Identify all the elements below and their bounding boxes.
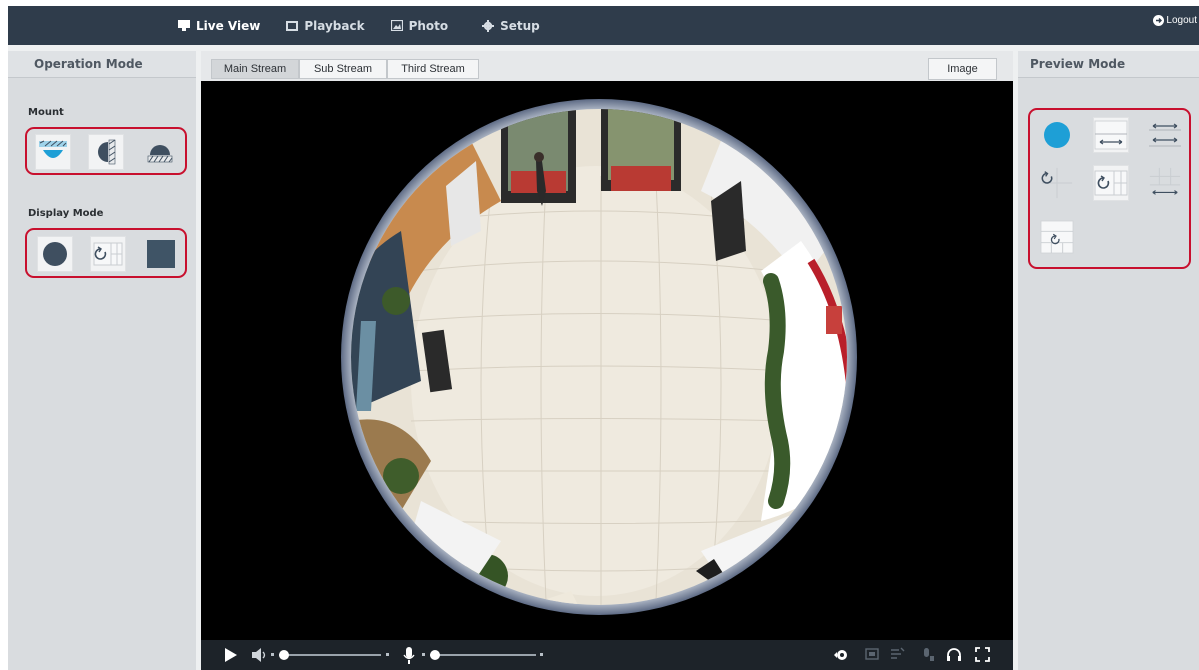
ceiling-mount-icon: [39, 140, 67, 158]
preview-fisheye-3ptz-button[interactable]: [1039, 165, 1075, 201]
stream-tab-bar: Main Stream Sub Stream Third Stream Imag…: [201, 51, 1013, 81]
mount-label: Mount: [28, 107, 64, 118]
preview-mode-title: Preview Mode: [1018, 51, 1199, 78]
mic-plus[interactable]: [540, 653, 543, 656]
fisheye-video-image: [201, 81, 1013, 640]
logout-link[interactable]: Logout: [1153, 15, 1197, 26]
preview-fisheye-ptz-button[interactable]: [1093, 165, 1129, 201]
top-nav-bar: Live View Playback Photo Setup Logout: [8, 6, 1199, 45]
photo-icon: [390, 20, 403, 31]
preview-dual-panorama-button[interactable]: [1147, 117, 1183, 153]
sub-stream-tab[interactable]: Sub Stream: [299, 59, 387, 79]
mic-slider-knob[interactable]: [430, 650, 440, 660]
fisheye-circle-icon: [43, 242, 67, 266]
preview-fisheye-button[interactable]: [1039, 117, 1075, 153]
main-nav: Live View Playback Photo Setup: [178, 6, 566, 45]
desktop-mount-icon: [147, 145, 173, 163]
nav-live-view[interactable]: Live View: [178, 19, 260, 33]
nav-playback-label: Playback: [304, 18, 365, 33]
panorama-grid-icon: [93, 242, 123, 266]
preview-panorama-grid-button[interactable]: [1147, 165, 1183, 201]
logout-icon: [1153, 15, 1165, 26]
speaker-icon[interactable]: [251, 647, 267, 663]
ptz-quad-icon: [1040, 220, 1074, 254]
player-control-bar: [201, 640, 1013, 670]
fisheye-ptz-icon: [1041, 167, 1073, 199]
display-fisheye-button[interactable]: [37, 236, 73, 272]
nav-live-view-label: Live View: [196, 18, 261, 33]
mic-slider-track[interactable]: [430, 654, 536, 656]
third-stream-tab[interactable]: Third Stream: [387, 59, 479, 79]
microphone-icon[interactable]: [403, 647, 415, 665]
nav-photo[interactable]: Photo: [390, 18, 449, 33]
live-view-area: Main Stream Sub Stream Third Stream Imag…: [201, 51, 1013, 670]
panorama-icon: [1094, 120, 1128, 150]
display-mode-label: Display Mode: [28, 208, 104, 219]
panorama-grid-icon: [1149, 167, 1181, 195]
mic-minus[interactable]: [422, 653, 425, 656]
image-button[interactable]: Image: [928, 58, 997, 80]
preview-ptz-quad-button[interactable]: [1039, 219, 1075, 255]
headset-icon[interactable]: [946, 647, 962, 662]
fisheye-grid-icon: [1094, 170, 1128, 196]
camera-web-client: Live View Playback Photo Setup Logout Op…: [8, 6, 1199, 670]
ceiling-mount-button[interactable]: [35, 134, 71, 170]
full-square-icon: [147, 240, 175, 268]
nav-playback[interactable]: Playback: [286, 18, 365, 33]
volume-plus[interactable]: [386, 653, 389, 656]
fisheye-video-feed[interactable]: [201, 81, 1013, 640]
operation-mode-panel: Operation Mode Mount Display Mode: [8, 51, 196, 670]
wall-mount-button[interactable]: [88, 134, 124, 170]
nav-setup[interactable]: Setup: [482, 19, 540, 33]
dual-panorama-icon: [1149, 123, 1181, 147]
volume-slider-track[interactable]: [279, 654, 381, 656]
display-full-button[interactable]: [143, 236, 179, 272]
snapshot-icon[interactable]: [865, 647, 879, 661]
ptz-icon[interactable]: [833, 647, 851, 663]
fullscreen-icon[interactable]: [975, 647, 990, 662]
nav-photo-label: Photo: [408, 18, 449, 33]
nav-setup-label: Setup: [500, 18, 540, 33]
film-icon: [286, 20, 299, 31]
volume-slider-knob[interactable]: [279, 650, 289, 660]
wall-mount-icon: [98, 139, 116, 165]
monitor-icon: [178, 20, 190, 31]
operation-mode-title: Operation Mode: [8, 51, 196, 78]
play-button[interactable]: [224, 647, 238, 663]
preview-panorama-button[interactable]: [1093, 117, 1129, 153]
volume-minus[interactable]: [271, 653, 274, 656]
preview-mode-panel: Preview Mode: [1018, 51, 1199, 670]
display-panorama-button[interactable]: [90, 236, 126, 272]
logout-label: Logout: [1166, 15, 1197, 26]
desktop-mount-button[interactable]: [142, 134, 178, 170]
main-stream-tab[interactable]: Main Stream: [211, 59, 299, 79]
talk-icon[interactable]: [921, 647, 935, 663]
fisheye-blue-icon: [1044, 122, 1070, 148]
gear-icon: [482, 19, 495, 32]
record-icon[interactable]: [889, 647, 905, 661]
